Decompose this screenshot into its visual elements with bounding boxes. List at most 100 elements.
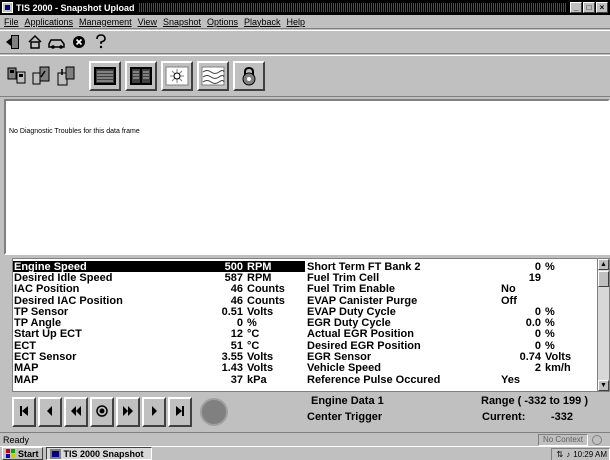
- param-value: 3.55: [221, 351, 243, 364]
- diagnostic-panel: No Diagnostic Troubles for this data fra…: [4, 99, 610, 255]
- scroll-down-icon[interactable]: ▼: [598, 380, 609, 391]
- param-row[interactable]: Reference Pulse Occured Yes: [305, 374, 595, 386]
- param-unit: Volts: [247, 362, 274, 375]
- dual-column-icon[interactable]: [125, 61, 157, 91]
- upload-icon[interactable]: [29, 64, 53, 89]
- data-list-scrollbar[interactable]: ▲ ▼: [597, 259, 609, 391]
- close-button[interactable]: ×: [596, 2, 608, 13]
- param-name: Fuel Trim Cell: [307, 271, 380, 284]
- context-indicator: No Context: [537, 434, 588, 446]
- param-row[interactable]: IAC Position 46 Counts: [13, 283, 305, 296]
- taskbar-app-button[interactable]: TIS 2000 Snapshot: [45, 447, 152, 460]
- menu-playback[interactable]: Playback: [244, 17, 281, 27]
- param-value: 51: [230, 339, 243, 352]
- param-unit: Counts: [247, 283, 285, 296]
- param-value: 1.43: [221, 362, 243, 375]
- first-frame-icon: [19, 405, 29, 420]
- param-row[interactable]: EGR Sensor 0.74 Volts: [305, 351, 595, 363]
- next-frame-button[interactable]: [142, 397, 166, 427]
- param-name: MAP: [14, 373, 39, 386]
- param-name: TP Angle: [14, 317, 62, 330]
- menu-help[interactable]: Help: [287, 17, 306, 27]
- param-unit: °C: [247, 328, 260, 341]
- menu-file[interactable]: File: [4, 17, 19, 27]
- scroll-up-icon[interactable]: ▲: [598, 259, 609, 270]
- param-unit: %: [545, 260, 555, 273]
- param-unit: RPM: [247, 260, 272, 273]
- frame-range: Range ( -332 to 199 ): [481, 395, 588, 407]
- param-row[interactable]: Start Up ECT 12 °C: [13, 328, 305, 341]
- param-value: 46: [230, 283, 243, 296]
- menu-management[interactable]: Management: [79, 17, 132, 27]
- trigger-button[interactable]: [90, 397, 114, 427]
- param-unit: %: [545, 317, 555, 330]
- param-value: 37: [230, 373, 243, 386]
- param-row[interactable]: EVAP Duty Cycle 0%: [305, 305, 595, 318]
- param-row[interactable]: TP Sensor 0.51 Volts: [13, 306, 305, 318]
- param-name: Fuel Trim Enable: [307, 283, 396, 296]
- param-row[interactable]: EGR Duty Cycle 0.0%: [305, 317, 595, 330]
- param-row[interactable]: MAP 37 kPa: [13, 373, 305, 386]
- scroll-thumb[interactable]: [598, 271, 609, 287]
- menu-view[interactable]: View: [138, 17, 157, 27]
- param-row[interactable]: Engine Speed 500 RPM: [13, 260, 305, 273]
- dtc-icon[interactable]: [161, 61, 193, 91]
- stop-playback-button[interactable]: [200, 398, 228, 426]
- param-row[interactable]: EVAP Canister Purge Off: [305, 295, 595, 307]
- param-row[interactable]: Fuel Trim Cell 19: [305, 271, 595, 284]
- maximize-button[interactable]: □: [583, 2, 595, 13]
- status-text: Ready: [3, 434, 30, 445]
- param-value: 0.0: [525, 317, 541, 330]
- menu-snapshot[interactable]: Snapshot: [163, 17, 201, 27]
- stop-icon[interactable]: [70, 33, 88, 51]
- param-value: 0: [236, 317, 243, 330]
- param-name: Start Up ECT: [14, 328, 82, 341]
- start-button[interactable]: Start: [2, 447, 43, 460]
- param-value: 46: [230, 294, 243, 307]
- last-frame-button[interactable]: [168, 397, 192, 427]
- param-row[interactable]: ECT 51 °C: [13, 339, 305, 352]
- param-unit: Volts: [247, 351, 274, 364]
- home-icon[interactable]: [26, 33, 44, 51]
- single-column-icon[interactable]: [89, 61, 121, 91]
- download-icon[interactable]: [53, 64, 77, 89]
- network-icon: ⇅: [556, 450, 564, 459]
- param-row[interactable]: TP Angle 0%: [13, 317, 305, 330]
- lock-icon[interactable]: [233, 61, 265, 91]
- param-row[interactable]: ECT Sensor 3.55 Volts: [13, 351, 305, 364]
- previous-frame-button[interactable]: [38, 397, 62, 427]
- param-row[interactable]: Desired EGR Position 0%: [305, 339, 595, 352]
- app-icon[interactable]: [2, 2, 13, 13]
- minimize-button[interactable]: _: [570, 2, 582, 13]
- param-value: 0: [534, 305, 541, 318]
- param-row[interactable]: Short Term FT Bank 2 0%: [305, 260, 595, 273]
- param-unit: %: [545, 328, 555, 341]
- param-unit: %: [545, 339, 555, 352]
- fast-forward-button[interactable]: [116, 397, 140, 427]
- exit-icon[interactable]: [4, 33, 22, 51]
- tech-tool-icon[interactable]: [5, 64, 29, 89]
- last-frame-icon: [175, 405, 185, 420]
- param-unit: °C: [247, 339, 260, 352]
- graph-icon[interactable]: [197, 61, 229, 91]
- first-frame-button[interactable]: [12, 397, 36, 427]
- vehicle-icon[interactable]: [48, 33, 66, 51]
- param-row[interactable]: Desired IAC Position 46 Counts: [13, 294, 305, 307]
- param-row[interactable]: MAP 1.43 Volts: [13, 362, 305, 375]
- function-toolbar: [0, 55, 610, 97]
- param-row[interactable]: Actual EGR Position 0%: [305, 328, 595, 341]
- menu-applications[interactable]: Applications: [25, 17, 74, 27]
- clock: 10:29 AM: [573, 450, 607, 459]
- param-name: MAP: [14, 362, 39, 375]
- help-icon[interactable]: [92, 33, 110, 51]
- param-row[interactable]: Fuel Trim Enable No: [305, 283, 595, 296]
- param-value: 12: [230, 328, 243, 341]
- param-unit: kPa: [247, 373, 267, 386]
- param-row[interactable]: Vehicle Speed 2 km/h: [305, 362, 595, 374]
- rewind-button[interactable]: [64, 397, 88, 427]
- menu-options[interactable]: Options: [207, 17, 238, 27]
- right-param-column: Short Term FT Bank 2 0% Fuel Trim Cell 19 Fu…: [305, 260, 595, 386]
- param-name: Actual EGR Position: [307, 328, 414, 341]
- speaker-icon: ♪: [566, 450, 571, 459]
- param-row[interactable]: Desired Idle Speed 587 RPM: [13, 272, 305, 284]
